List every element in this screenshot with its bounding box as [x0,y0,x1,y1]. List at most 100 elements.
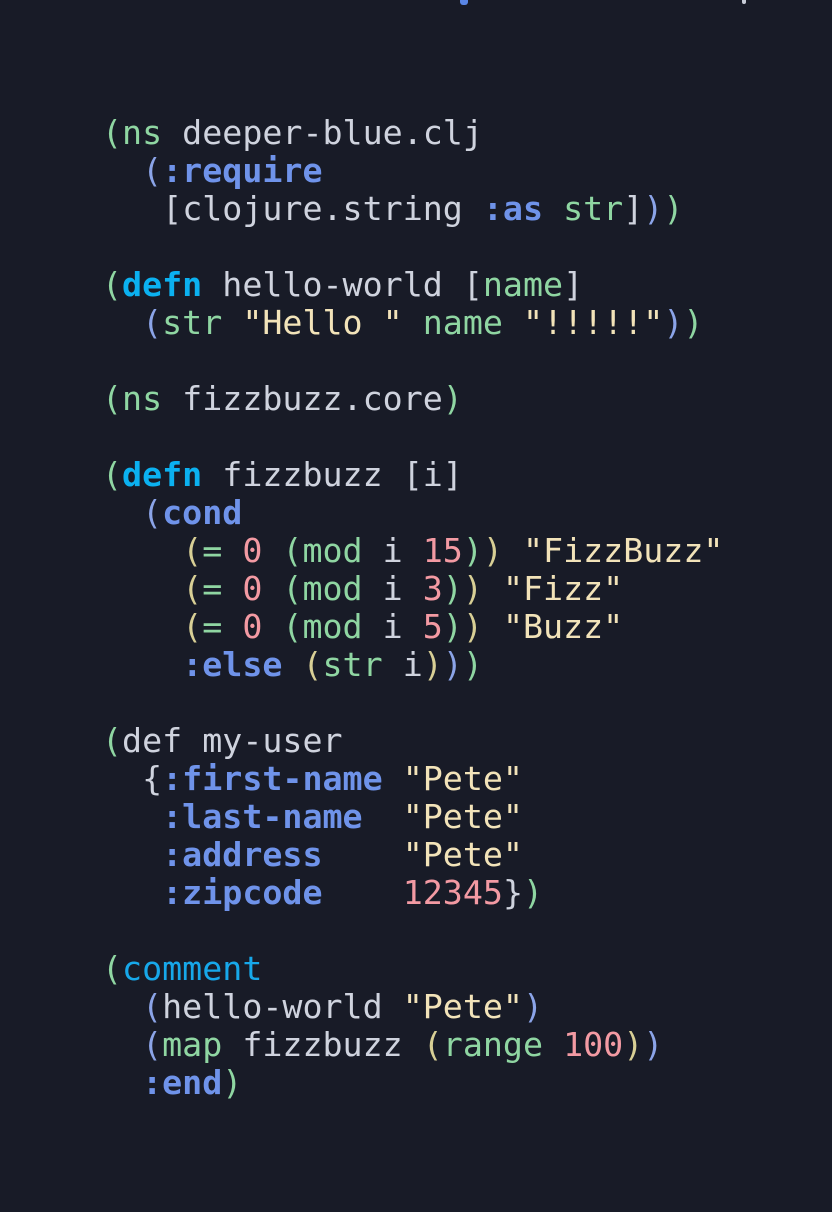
code-token: :zipcode [162,873,323,912]
code-line[interactable]: ​ [102,912,723,950]
code-block[interactable]: (ns deeper-blue.clj (:require [clojure.s… [102,114,723,1102]
code-token: ( [182,569,203,608]
code-token: ) [663,189,684,228]
code-token: 15 [422,531,463,570]
code-line[interactable]: :zipcode 12345}) [102,874,723,912]
code-line[interactable]: ​ [102,418,723,456]
code-line[interactable]: (= 0 (mod i 3)) "Fizz" [102,570,723,608]
code-token: "!!!!!" [522,303,664,342]
code-token: ( [182,531,203,570]
code-token: :else [182,645,283,684]
code-line[interactable]: ​ [102,684,723,722]
code-line[interactable]: (map fizzbuzz (range 100)) [102,1026,723,1064]
top-edge [0,0,832,6]
code-line[interactable]: :address "Pete" [102,836,723,874]
code-token: ) [643,1025,664,1064]
code-token: 5 [422,607,443,646]
code-token: map [162,1025,223,1064]
code-token: ) [482,531,503,570]
code-token: ( [102,113,123,152]
code-token: [i] [402,455,463,494]
code-token: 0 [242,531,263,570]
code-token: ] [623,189,644,228]
code-line[interactable]: (ns deeper-blue.clj [102,114,723,152]
code-token: clojure.string [182,189,483,228]
code-token: ( [102,721,123,760]
code-token: = [202,569,223,608]
code-token: "Pete" [402,987,523,1026]
code-token: ) [442,379,463,418]
code-token: ) [442,569,463,608]
code-line[interactable]: :end) [102,1064,723,1102]
code-token: = [202,607,223,646]
code-line[interactable]: (defn fizzbuzz [i] [102,456,723,494]
code-token: "Fizz" [502,569,624,608]
code-token: ( [182,607,203,646]
code-token: i [362,607,423,646]
code-token: } [502,873,523,912]
code-token: ) [442,607,463,646]
code-token: fizzbuzz.core [162,379,443,418]
code-token: ( [102,949,123,988]
code-line[interactable]: (str "Hello " name "!!!!!")) [102,304,723,342]
code-line[interactable]: {:first-name "Pete" [102,760,723,798]
code-line[interactable]: (defn hello-world [name] [102,266,723,304]
code-line[interactable]: (:require [102,152,723,190]
code-token: "Buzz" [502,607,624,646]
code-token: 3 [422,569,443,608]
code-token: :as [482,189,544,228]
code-line[interactable]: (def my-user [102,722,723,760]
code-token: :last-name [162,797,363,836]
code-token: ( [142,151,163,190]
code-token: :require [162,151,323,190]
code-line[interactable]: :last-name "Pete" [102,798,723,836]
code-line[interactable]: ​ [102,342,723,380]
code-line[interactable]: (= 0 (mod i 5)) "Buzz" [102,608,723,646]
code-token: ] [563,265,584,304]
code-line[interactable]: [clojure.string :as str])) [102,190,723,228]
code-token: ) [623,1025,644,1064]
code-token: cond [162,493,243,532]
code-token: ( [282,531,303,570]
code-token: "Hello " [242,303,403,342]
code-token: defn [122,455,203,494]
code-line[interactable]: :else (str i))) [102,646,723,684]
code-token: ) [422,645,443,684]
code-token: 100 [563,1025,624,1064]
code-line[interactable]: (cond [102,494,723,532]
code-token: name [482,265,564,304]
code-line[interactable]: (hello-world "Pete") [102,988,723,1026]
code-token: comment [122,949,263,988]
code-line[interactable]: ​ [102,228,723,266]
code-token: { [142,759,163,798]
code-editor[interactable]: (ns deeper-blue.clj (:require [clojure.s… [0,0,832,1212]
code-token: name [422,303,503,342]
code-line[interactable]: (ns fizzbuzz.core) [102,380,723,418]
code-token: str [563,189,624,228]
code-line[interactable]: (= 0 (mod i 15)) "FizzBuzz" [102,532,723,570]
code-token: ( [102,455,123,494]
code-token: i [362,531,423,570]
code-line[interactable]: (comment [102,950,723,988]
code-token: [ [162,189,183,228]
code-token: def my-user [122,721,343,760]
